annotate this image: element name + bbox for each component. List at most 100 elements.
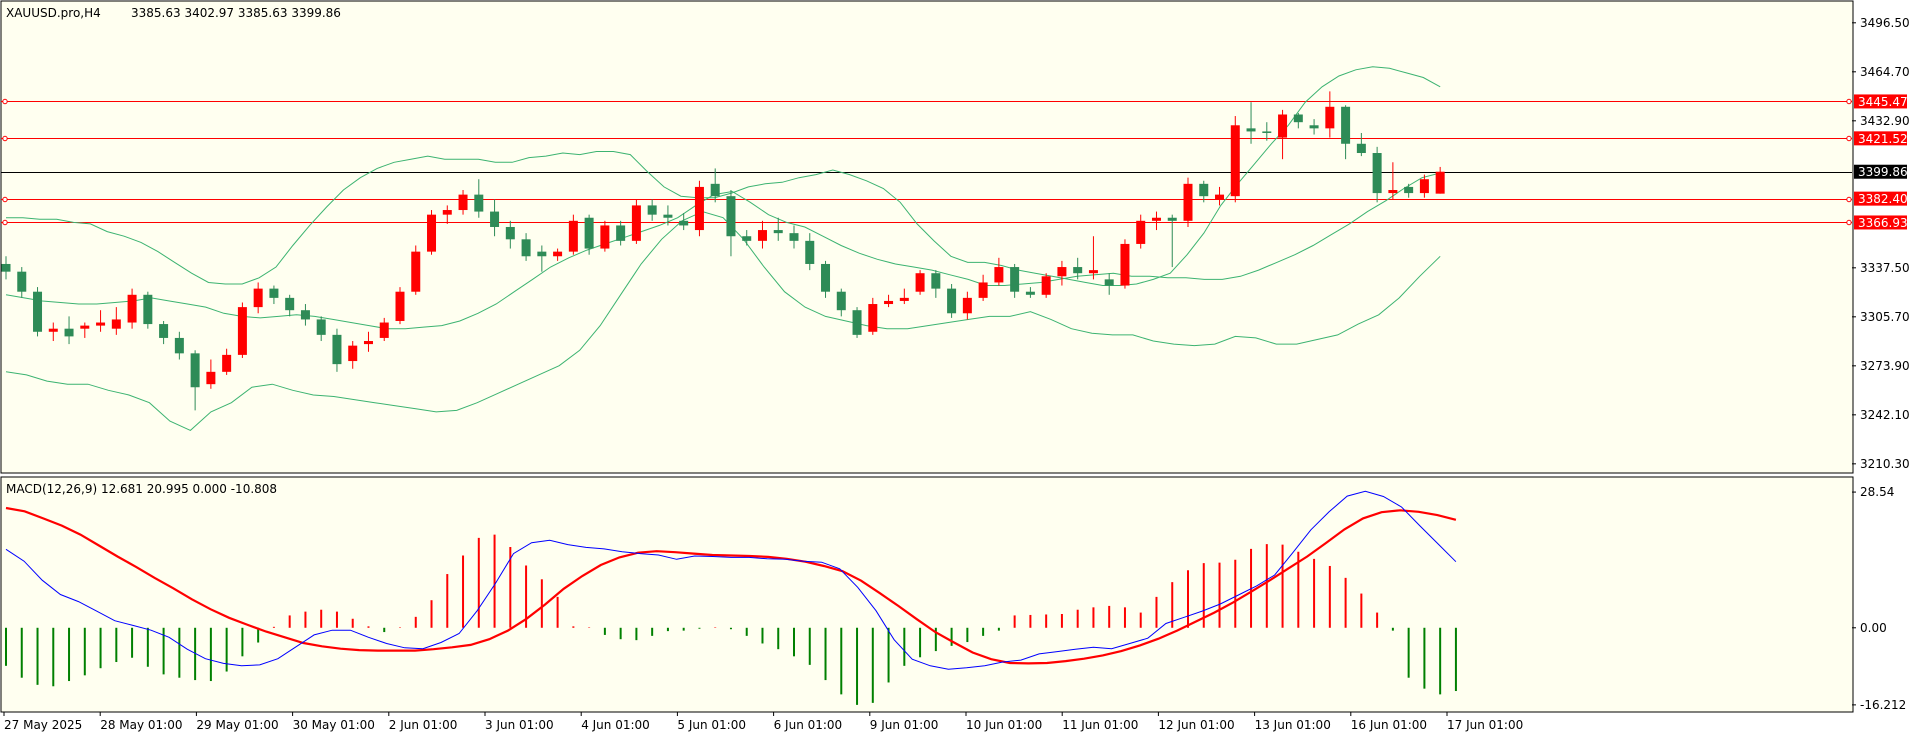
candle-body bbox=[127, 294, 137, 323]
candle-body bbox=[1325, 106, 1335, 129]
candle-body bbox=[1246, 128, 1256, 132]
level-price-label: 3366.93 bbox=[1858, 216, 1908, 230]
candle-body bbox=[1041, 276, 1051, 295]
candle-body bbox=[1183, 183, 1193, 221]
candle-body bbox=[285, 297, 295, 311]
candle-body bbox=[111, 319, 121, 329]
candle-body bbox=[994, 267, 1004, 283]
candle-body bbox=[726, 196, 736, 237]
candle-body bbox=[789, 233, 799, 241]
candle-body bbox=[1230, 125, 1240, 197]
time-tick-label: 3 Jun 01:00 bbox=[485, 718, 554, 732]
candle bbox=[1183, 177, 1193, 227]
candle-body bbox=[253, 288, 263, 308]
level-price-label: 3399.86 bbox=[1858, 165, 1908, 179]
time-tick-label: 5 Jun 01:00 bbox=[677, 718, 746, 732]
time-tick-label: 29 May 01:00 bbox=[196, 718, 278, 732]
trading-chart-window: 3445.47 3421.52 3399.86 3382.40 3366.93 3496.… bbox=[0, 0, 1916, 737]
candle-body bbox=[442, 210, 452, 215]
candle-body bbox=[17, 271, 27, 292]
candle bbox=[427, 210, 437, 255]
candle-body bbox=[1010, 267, 1020, 292]
candle-body bbox=[647, 205, 657, 215]
candle-body bbox=[773, 230, 783, 234]
candle-body bbox=[931, 273, 941, 289]
candle bbox=[694, 180, 704, 237]
candle-body bbox=[1278, 114, 1288, 138]
level-right-marker bbox=[1846, 135, 1852, 142]
macd-tick-label: 0.00 bbox=[1860, 621, 1887, 635]
candle bbox=[1230, 116, 1240, 203]
candle-body bbox=[1309, 125, 1319, 129]
candle-body bbox=[474, 194, 484, 212]
candle bbox=[143, 291, 153, 329]
price-tick-label: 3242.10 bbox=[1860, 408, 1910, 422]
candle-body bbox=[757, 230, 767, 241]
level-right-marker bbox=[1846, 219, 1852, 226]
candle-body bbox=[742, 236, 752, 241]
price-panel-title: XAUUSD.pro,H4 bbox=[6, 6, 101, 20]
candle bbox=[33, 287, 43, 337]
time-tick-label: 2 Jun 01:00 bbox=[389, 718, 458, 732]
price-tick-label: 3273.90 bbox=[1860, 359, 1910, 373]
candle-body bbox=[663, 214, 673, 218]
macd-tick-label: 28.54 bbox=[1860, 485, 1894, 499]
candle-body bbox=[836, 291, 846, 311]
time-tick-label: 17 Jun 01:00 bbox=[1447, 718, 1523, 732]
candle-body bbox=[1372, 153, 1382, 194]
candle-body bbox=[1120, 243, 1130, 286]
candle-body bbox=[962, 297, 972, 314]
candle bbox=[411, 245, 421, 295]
candle bbox=[915, 270, 925, 295]
candle-body bbox=[363, 341, 373, 345]
level-left-marker bbox=[2, 196, 8, 203]
candle-body bbox=[947, 288, 957, 314]
time-tick-label: 12 Jun 01:00 bbox=[1158, 718, 1234, 732]
time-tick-label: 9 Jun 01:00 bbox=[870, 718, 939, 732]
price-tick-label: 3432.90 bbox=[1860, 114, 1910, 128]
candle-body bbox=[616, 225, 626, 241]
time-tick-label: 13 Jun 01:00 bbox=[1255, 718, 1331, 732]
candle-body bbox=[1356, 143, 1366, 154]
candle-body bbox=[537, 251, 547, 257]
price-tick-label: 3210.30 bbox=[1860, 457, 1910, 471]
candle-body bbox=[884, 300, 894, 305]
candle-body bbox=[458, 194, 468, 211]
candle-body bbox=[222, 354, 232, 372]
candle-body bbox=[710, 183, 720, 197]
candle bbox=[1041, 273, 1051, 298]
candle-body bbox=[1057, 267, 1067, 277]
time-tick-label: 6 Jun 01:00 bbox=[774, 718, 843, 732]
candle-body bbox=[316, 319, 326, 335]
candle-body bbox=[1088, 270, 1098, 274]
candle-body bbox=[1419, 179, 1429, 194]
price-tick-label: 3337.50 bbox=[1860, 261, 1910, 275]
candle bbox=[395, 287, 405, 325]
candle-body bbox=[490, 211, 500, 227]
level-left-marker bbox=[2, 135, 8, 142]
level-left-marker bbox=[2, 98, 8, 105]
candle-body bbox=[237, 307, 247, 355]
candle-body bbox=[1025, 291, 1035, 295]
candle-body bbox=[600, 225, 610, 249]
price-panel bbox=[0, 0, 1854, 474]
candle-body bbox=[48, 328, 58, 332]
chart-canvas: 3445.47 3421.52 3399.86 3382.40 3366.93 3496.… bbox=[0, 0, 1910, 732]
candle-body bbox=[1073, 267, 1083, 274]
time-tick-label: 4 Jun 01:00 bbox=[581, 718, 650, 732]
candle-body bbox=[33, 291, 43, 332]
candle-body bbox=[553, 251, 563, 257]
candle-body bbox=[427, 214, 437, 252]
time-tick-label: 30 May 01:00 bbox=[293, 718, 375, 732]
level-right-marker bbox=[1846, 98, 1852, 105]
candle-body bbox=[1, 263, 11, 272]
candle bbox=[600, 220, 610, 252]
candle bbox=[852, 307, 862, 338]
candle-body bbox=[978, 282, 988, 298]
time-tick-label: 16 Jun 01:00 bbox=[1351, 718, 1427, 732]
candle-body bbox=[1199, 183, 1209, 197]
level-price-label: 3445.47 bbox=[1858, 95, 1908, 109]
candle-body bbox=[521, 239, 531, 257]
candle bbox=[631, 199, 641, 244]
macd-panel bbox=[0, 476, 1854, 713]
